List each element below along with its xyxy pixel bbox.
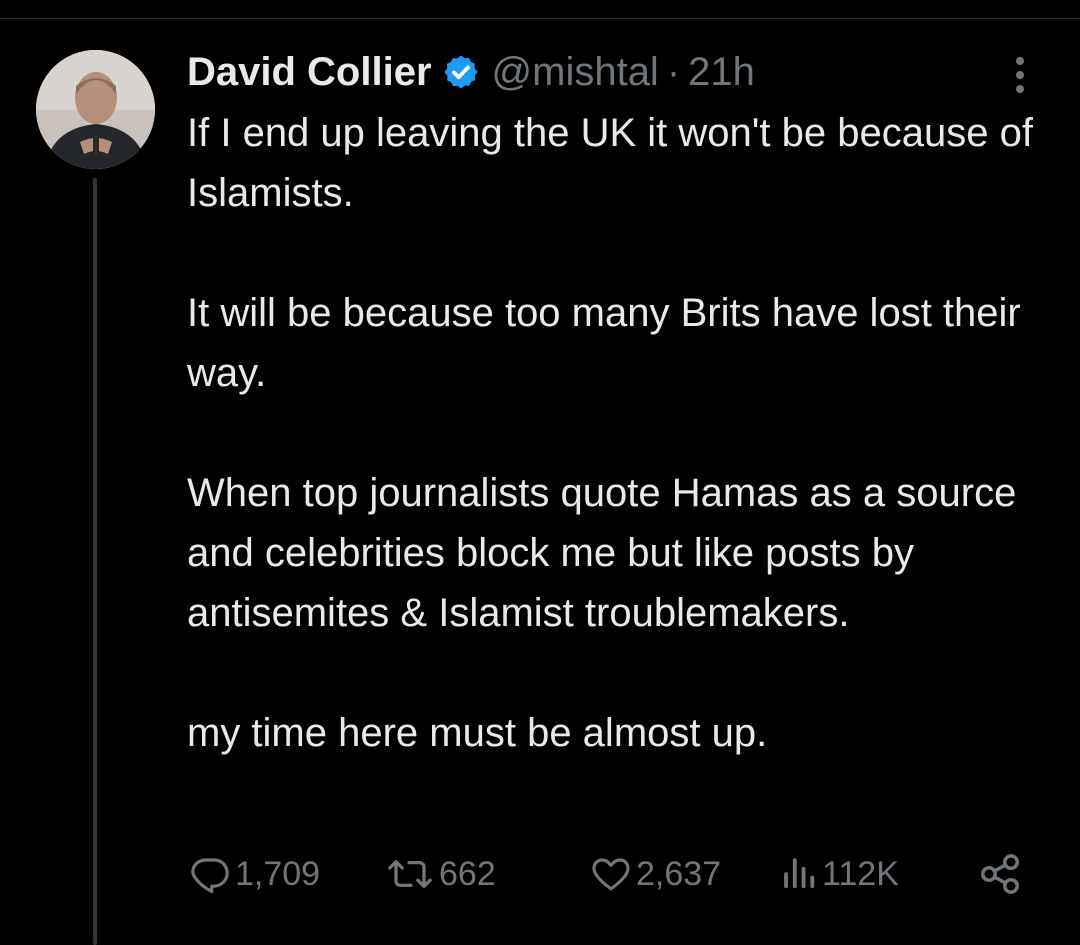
reply-button[interactable]: 1,709	[189, 848, 320, 900]
tweet-paragraph: When top journalists quote Hamas as a so…	[187, 471, 1017, 635]
tweet-text: If I end up leaving the UK it won't be b…	[187, 103, 1047, 763]
avatar-image	[36, 50, 155, 169]
share-button[interactable]	[978, 848, 1022, 900]
like-button[interactable]: 2,637	[590, 848, 721, 900]
reply-icon	[191, 858, 229, 894]
tweet-paragraph: If I end up leaving the UK it won't be b…	[187, 111, 1033, 215]
retweet-button[interactable]: 662	[385, 848, 496, 900]
heart-icon	[592, 858, 630, 891]
display-name[interactable]: David Collier	[187, 45, 432, 99]
handle[interactable]: @mishtal	[492, 45, 659, 99]
timestamp[interactable]: 21h	[688, 45, 755, 99]
avatar[interactable]	[36, 50, 155, 169]
tweet-paragraph: It will be because too many Brits have l…	[187, 291, 1021, 395]
more-dot	[1016, 57, 1024, 65]
retweet-icon	[388, 860, 432, 888]
retweet-count: 662	[439, 854, 496, 893]
share-icon	[981, 854, 1019, 894]
reply-count: 1,709	[235, 854, 321, 893]
more-dot	[1016, 85, 1024, 93]
more-dot	[1016, 71, 1024, 79]
more-vertical-icon[interactable]	[1005, 55, 1035, 95]
verified-badge-icon[interactable]	[442, 53, 480, 91]
views-icon	[784, 858, 815, 888]
separator-dot: ·	[666, 50, 681, 94]
action-bar: 1,709 662 2,637 112K	[0, 848, 1080, 900]
views-button[interactable]: 112K	[780, 848, 899, 900]
thread-line	[93, 178, 97, 945]
like-count: 2,637	[636, 854, 722, 893]
top-divider	[0, 0, 1080, 19]
tweet-paragraph: my time here must be almost up.	[187, 711, 768, 755]
views-count: 112K	[822, 854, 899, 893]
tweet-header: David Collier @mishtal · 21h	[187, 45, 755, 99]
